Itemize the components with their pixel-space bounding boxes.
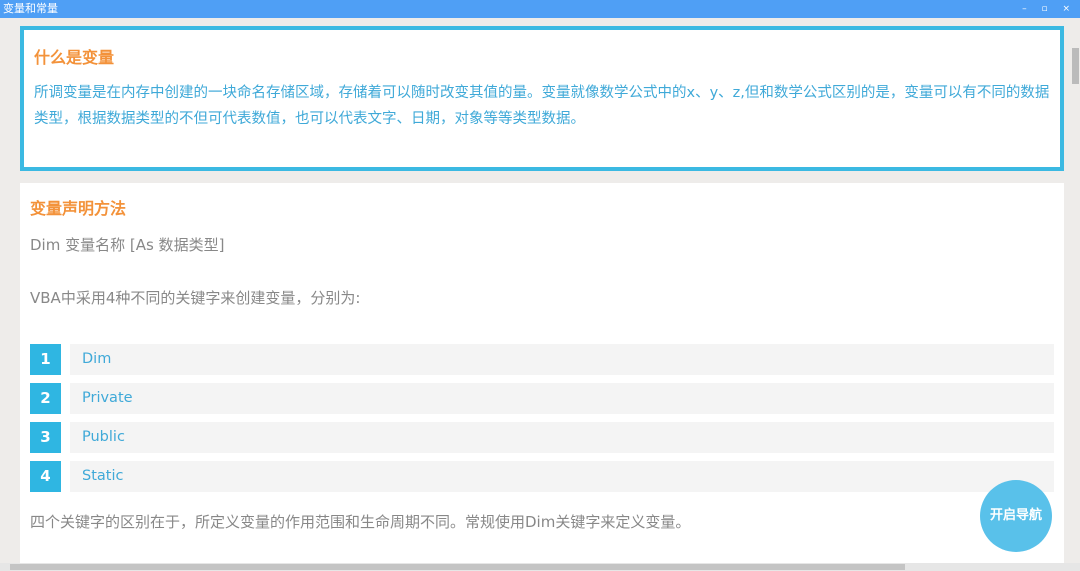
item-number: 4	[30, 461, 61, 492]
syntax-text: Dim 变量名称 [As 数据类型]	[30, 236, 225, 254]
scroll-thumb[interactable]	[1072, 48, 1079, 84]
scroll-thumb[interactable]	[10, 564, 905, 570]
declare-heading: 变量声明方法	[30, 199, 127, 218]
item-label: Public	[70, 422, 1054, 453]
open-nav-button[interactable]: 开启导航	[980, 480, 1052, 552]
item-number: 3	[30, 422, 61, 453]
vertical-scrollbar[interactable]	[1070, 18, 1080, 563]
item-number: 2	[30, 383, 61, 414]
horizontal-scrollbar[interactable]	[0, 563, 1080, 571]
item-label: Static	[70, 461, 1054, 492]
list-item: 4 Static	[30, 461, 1054, 492]
intro-card: 什么是变量 所调变量是在内存中创建的一块命名存储区域，存储着可以随时改变其值的量…	[20, 26, 1064, 171]
list-item: 2 Private	[30, 383, 1054, 414]
list-item: 3 Public	[30, 422, 1054, 453]
summary-text: 四个关键字的区别在于，所定义变量的作用范围和生命周期不同。常规使用Dim关键字来…	[30, 513, 691, 531]
item-label: Private	[70, 383, 1054, 414]
intro-text: 所调变量是在内存中创建的一块命名存储区域，存储着可以随时改变其值的量。变量就像数…	[34, 85, 1050, 127]
list-item: 1 Dim	[30, 344, 1054, 375]
window-controls[interactable]: – ▫ ×	[1022, 0, 1076, 18]
item-label: Dim	[70, 344, 1054, 375]
window-title: 变量和常量	[3, 2, 58, 15]
lead-text: VBA中采用4种不同的关键字来创建变量，分别为:	[30, 289, 361, 307]
title-bar: 变量和常量 – ▫ ×	[0, 0, 1080, 18]
declare-card: 变量声明方法 Dim 变量名称 [As 数据类型] VBA中采用4种不同的关键字…	[20, 183, 1064, 563]
intro-heading: 什么是变量	[34, 48, 115, 67]
item-number: 1	[30, 344, 61, 375]
